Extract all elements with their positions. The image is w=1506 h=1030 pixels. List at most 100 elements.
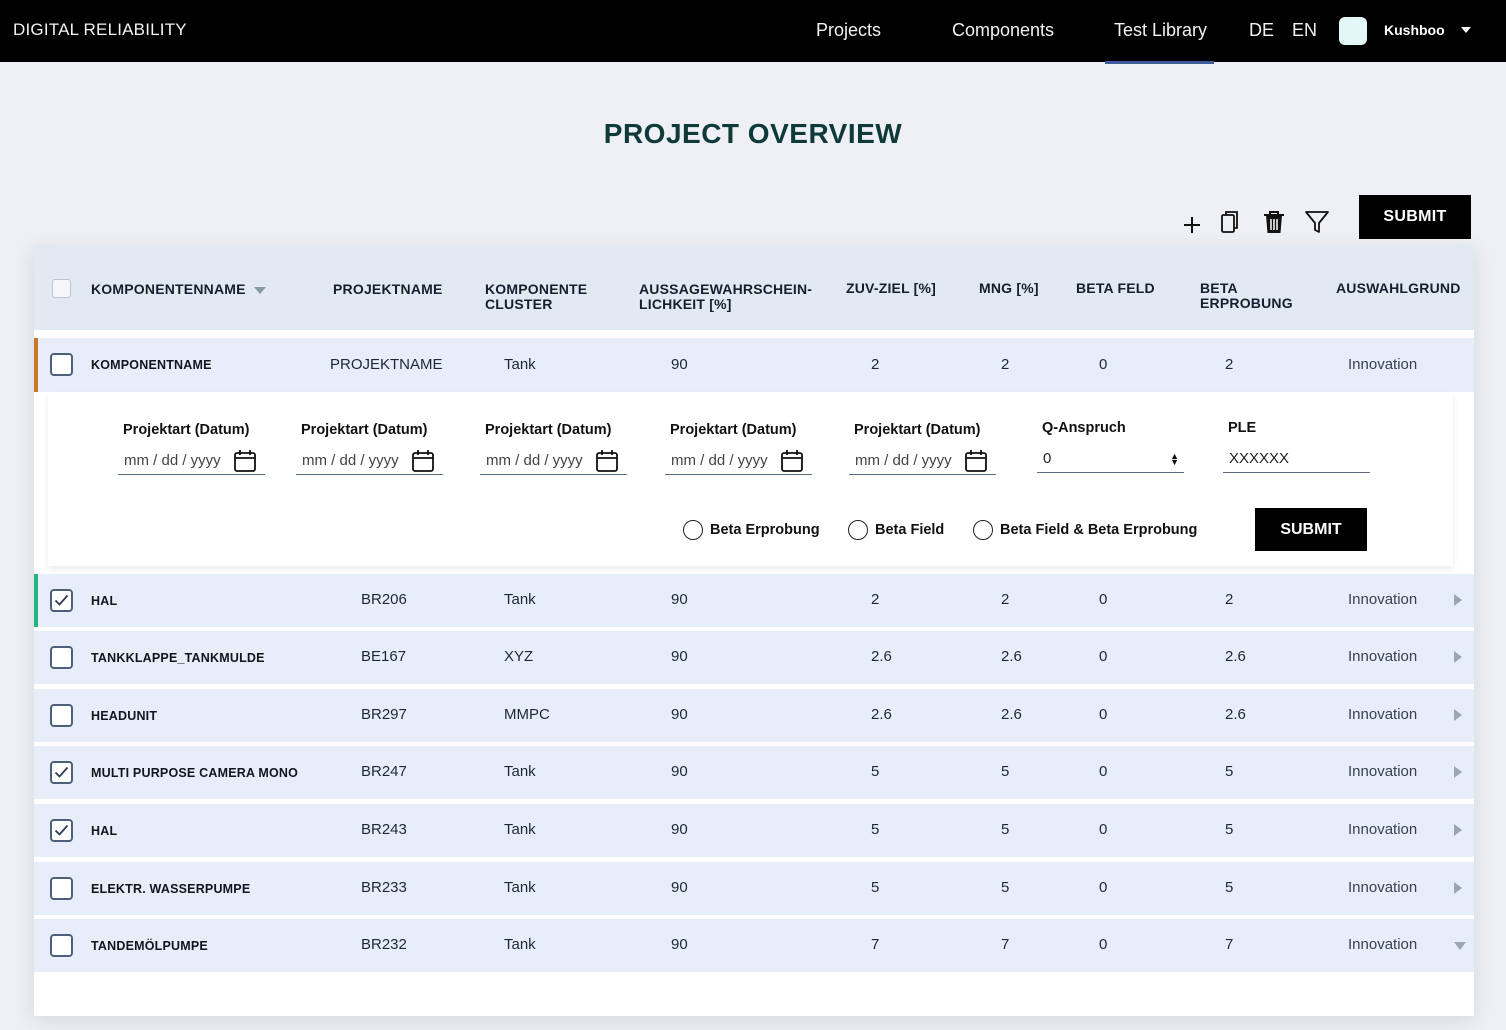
date-input[interactable]: mm / dd / yyyy: [118, 449, 265, 475]
date-input[interactable]: mm / dd / yyyy: [665, 449, 812, 475]
cell-probability: 90: [671, 936, 688, 953]
column-header-auswahlgrund: AUSWAHLGRUND: [1336, 280, 1461, 296]
cell-project-name: BR297: [361, 706, 407, 723]
filter-icon[interactable]: [1302, 207, 1332, 237]
cell-reason: Innovation: [1348, 879, 1418, 896]
table-row[interactable]: HAL BR206 Tank 90 2 2 0 2 Innovation: [34, 574, 1474, 627]
user-avatar[interactable]: [1339, 17, 1367, 45]
nav-link-projects[interactable]: Projects: [816, 20, 881, 41]
cell-zuv: 5: [871, 879, 880, 896]
cell-zuv: 5: [871, 821, 880, 838]
chevron-right-icon[interactable]: [1454, 766, 1462, 778]
radio-circle[interactable]: [848, 520, 868, 540]
top-navigation-bar: DIGITAL RELIABILITY Projects Components …: [0, 0, 1506, 64]
row-checkbox[interactable]: [50, 646, 73, 669]
date-placeholder: mm / dd / yyyy: [855, 452, 952, 469]
radio-circle[interactable]: [973, 520, 993, 540]
radio-beta-erprobung[interactable]: Beta Erprobung: [683, 519, 820, 541]
q-anspruch-value: 0: [1043, 450, 1052, 467]
submit-button[interactable]: SUBMIT: [1359, 195, 1471, 239]
calendar-icon[interactable]: [233, 449, 257, 478]
select-caret-icon[interactable]: ▲ ▼: [1170, 452, 1179, 467]
cell-project-name: BR243: [361, 821, 407, 838]
cell-beta-trial: 5: [1225, 763, 1234, 780]
date-field-label: Projektart (Datum): [123, 422, 250, 438]
cell-probability: 90: [671, 821, 688, 838]
q-anspruch-select[interactable]: 0 ▲ ▼: [1037, 447, 1184, 473]
copy-icon[interactable]: [1215, 207, 1245, 237]
calendar-icon[interactable]: [780, 449, 804, 478]
column-header-komponentenname[interactable]: KOMPONENTENNAME: [91, 282, 246, 297]
radio-beta-field-and-erprobung[interactable]: Beta Field & Beta Erprobung: [973, 519, 1197, 541]
ple-input[interactable]: XXXXXX: [1223, 447, 1370, 473]
calendar-icon[interactable]: [964, 449, 988, 478]
cell-component-name: KOMPONENTNAME: [91, 358, 212, 372]
nav-link-components[interactable]: Components: [952, 20, 1054, 41]
chevron-right-icon[interactable]: [1454, 882, 1462, 894]
cell-cluster: XYZ: [504, 648, 534, 665]
user-name[interactable]: Kushboo: [1384, 22, 1445, 38]
row-checkbox[interactable]: [50, 589, 73, 612]
column-header-beta-erprobung: BETA ERPROBUNG: [1200, 281, 1293, 311]
chevron-right-icon[interactable]: [1454, 594, 1462, 606]
form-submit-button[interactable]: SUBMIT: [1255, 508, 1367, 551]
radio-beta-field[interactable]: Beta Field: [848, 519, 944, 541]
radio-circle[interactable]: [683, 520, 703, 540]
date-input[interactable]: mm / dd / yyyy: [296, 449, 443, 475]
row-checkbox[interactable]: [50, 353, 73, 376]
cell-cluster: Tank: [504, 879, 536, 896]
cell-project-name: BE167: [361, 648, 407, 665]
nav-link-test-library[interactable]: Test Library: [1104, 20, 1215, 64]
date-input[interactable]: mm / dd / yyyy: [480, 449, 627, 475]
sort-caret-icon[interactable]: [254, 287, 266, 294]
table-row-expanded[interactable]: KOMPONENTNAME PROJEKTNAME Tank 90 2 2 0 …: [34, 338, 1474, 392]
row-accent-bar: [34, 574, 38, 627]
chevron-down-icon[interactable]: [1461, 27, 1471, 33]
table-row[interactable]: TANDEMÖLPUMPE BR232 Tank 90 7 7 0 7 Innovation: [34, 919, 1474, 972]
table-row[interactable]: HEADUNIT BR297 MMPC 90 2.6 2.6 0 2.6 Innovation: [34, 689, 1474, 742]
table-row[interactable]: MULTI PURPOSE CAMERA MONO BR247 Tank 90 5 5 0 5…: [34, 746, 1474, 799]
row-checkbox[interactable]: [50, 877, 73, 900]
cell-mng: 2: [1001, 356, 1010, 373]
cell-beta-field: 0: [1099, 648, 1108, 665]
language-en-button[interactable]: EN: [1292, 20, 1317, 41]
row-checkbox[interactable]: [50, 761, 73, 784]
cell-cluster: Tank: [504, 763, 536, 780]
trash-icon[interactable]: [1259, 207, 1289, 237]
language-de-button[interactable]: DE: [1249, 20, 1274, 41]
cell-mng: 2.6: [1001, 706, 1022, 723]
column-header-projektname: PROJEKTNAME: [333, 281, 443, 297]
cell-cluster: Tank: [504, 936, 536, 953]
cell-cluster: Tank: [504, 821, 536, 838]
chevron-right-icon[interactable]: [1454, 651, 1462, 663]
calendar-icon[interactable]: [595, 449, 619, 478]
brand-logo-text[interactable]: DIGITAL RELIABILITY: [13, 20, 187, 40]
date-input[interactable]: mm / dd / yyyy: [849, 449, 996, 475]
column-header-line: CLUSTER: [485, 296, 553, 312]
column-header-line: KOMPONENTE: [485, 281, 588, 297]
chevron-right-icon[interactable]: [1454, 824, 1462, 836]
cell-beta-trial: 5: [1225, 821, 1234, 838]
chevron-right-icon[interactable]: [1454, 709, 1462, 721]
cell-component-name: TANKKLAPPE_TANKMULDE: [91, 651, 265, 665]
q-anspruch-label: Q-Anspruch: [1042, 420, 1126, 436]
cell-reason: Innovation: [1348, 706, 1418, 723]
row-checkbox[interactable]: [50, 934, 73, 957]
cell-reason: Innovation: [1348, 936, 1418, 953]
cell-probability: 90: [671, 356, 688, 373]
cell-cluster: Tank: [504, 356, 536, 373]
table-row[interactable]: HAL BR243 Tank 90 5 5 0 5 Innovation: [34, 804, 1474, 857]
row-checkbox[interactable]: [50, 819, 73, 842]
chevron-down-icon[interactable]: [1454, 942, 1466, 950]
table-row[interactable]: TANKKLAPPE_TANKMULDE BE167 XYZ 90 2.6 2.6 0 2.6…: [34, 631, 1474, 684]
select-all-checkbox[interactable]: [52, 279, 71, 298]
row-checkbox[interactable]: [50, 704, 73, 727]
date-placeholder: mm / dd / yyyy: [302, 452, 399, 469]
plus-icon[interactable]: [1177, 210, 1207, 240]
cell-beta-trial: 2.6: [1225, 648, 1246, 665]
cell-beta-trial: 7: [1225, 936, 1234, 953]
cell-component-name: HAL: [91, 824, 118, 838]
cell-beta-field: 0: [1099, 821, 1108, 838]
table-row[interactable]: ELEKTR. WASSERPUMPE BR233 Tank 90 5 5 0 5 Innova…: [34, 862, 1474, 915]
calendar-icon[interactable]: [411, 449, 435, 478]
